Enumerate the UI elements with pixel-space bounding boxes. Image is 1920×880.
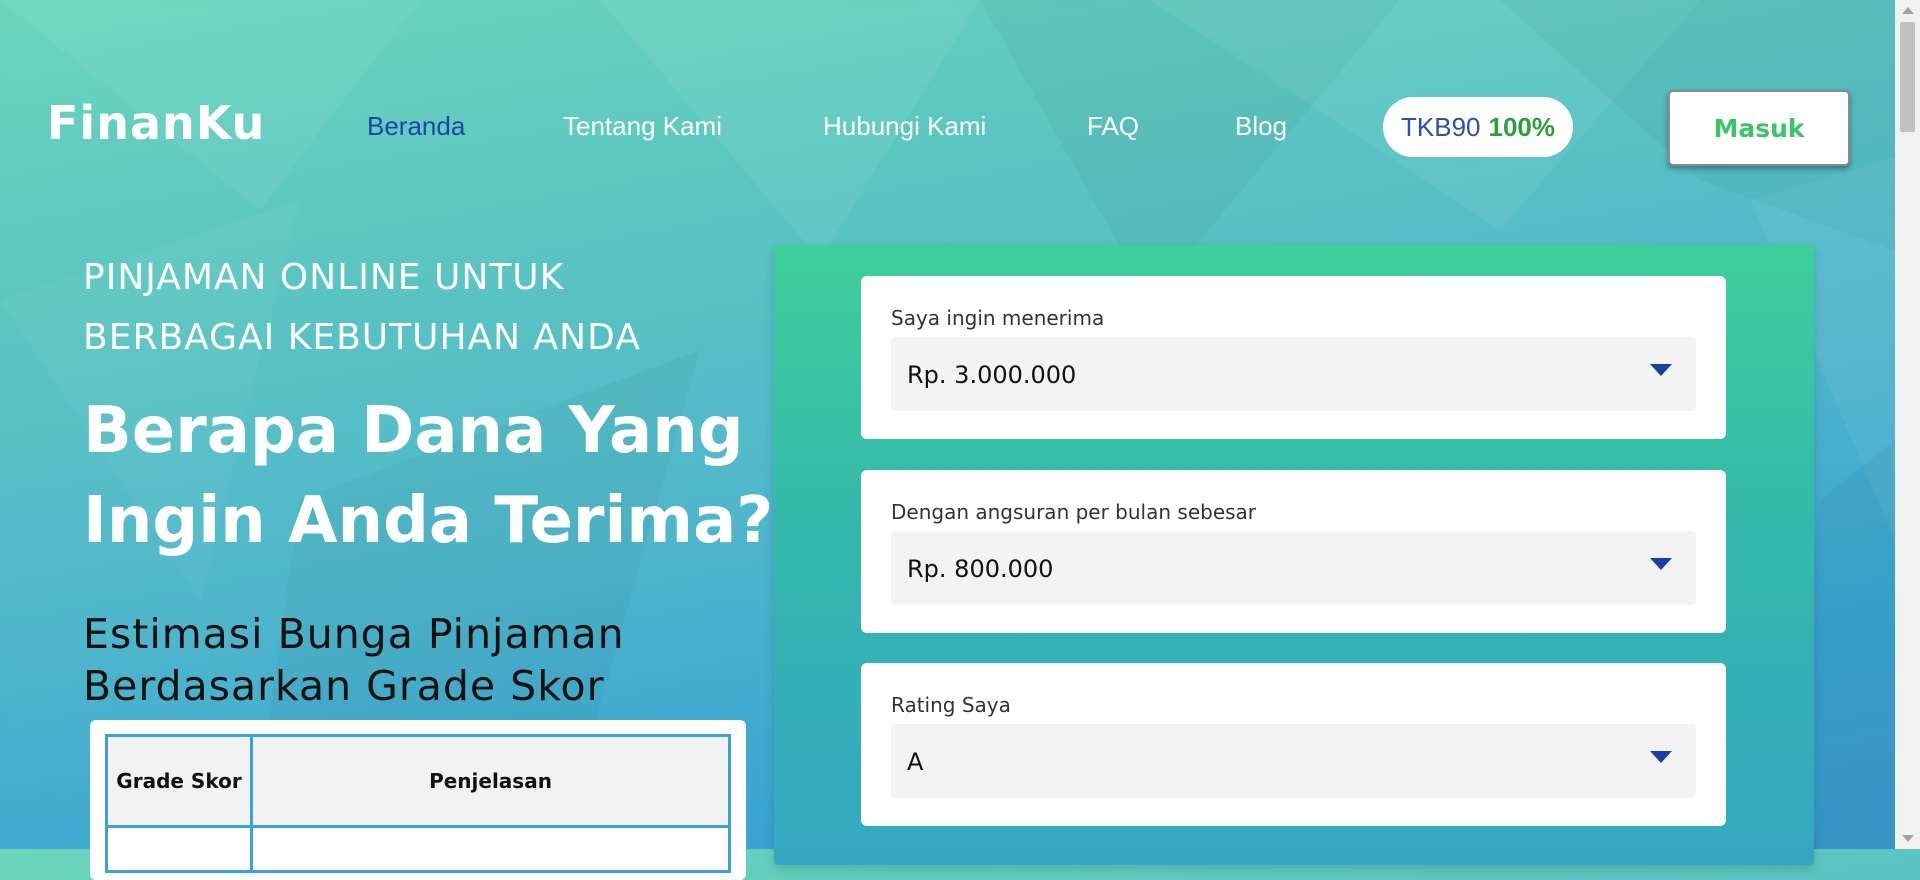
amount-label: Saya ingin menerima: [891, 306, 1105, 330]
installment-value: Rp. 800.000: [907, 555, 1054, 583]
grade-section-title: Estimasi Bunga Pinjaman Berdasarkan Grad…: [83, 610, 625, 710]
rating-card: Rating Saya A: [861, 663, 1726, 826]
table-cell: [105, 825, 253, 873]
tkb90-value: 100%: [1488, 111, 1556, 142]
nav-hubungi-kami[interactable]: Hubungi Kami: [823, 111, 986, 142]
scrollbar-thumb[interactable]: [1900, 22, 1915, 132]
hero-headline: Berapa Dana Yang Ingin Anda Terima?: [83, 394, 774, 558]
hero-kicker: PINJAMAN ONLINE UNTUK BERBAGAI KEBUTUHAN…: [83, 257, 641, 358]
rating-value: A: [907, 748, 924, 776]
grade-table: Grade Skor Penjelasan: [105, 734, 731, 873]
vertical-scrollbar[interactable]: [1895, 0, 1920, 849]
amount-card: Saya ingin menerima Rp. 3.000.000: [861, 276, 1726, 439]
amount-select[interactable]: Rp. 3.000.000: [891, 337, 1696, 411]
chevron-down-icon[interactable]: [1650, 558, 1672, 570]
table-header-row: Grade Skor Penjelasan: [105, 734, 731, 828]
chevron-down-icon[interactable]: [1650, 364, 1672, 376]
login-button[interactable]: Masuk: [1668, 90, 1850, 166]
column-header-penjelasan: Penjelasan: [250, 734, 731, 828]
tkb90-badge[interactable]: TKB90 100%: [1383, 97, 1573, 157]
nav-tentang-kami[interactable]: Tentang Kami: [563, 111, 722, 142]
scroll-up-arrow-icon[interactable]: [1902, 7, 1914, 14]
installment-label: Dengan angsuran per bulan sebesar: [891, 500, 1257, 524]
installment-select[interactable]: Rp. 800.000: [891, 531, 1696, 605]
finanku-logo[interactable]: FinanKu: [47, 96, 265, 150]
column-header-grade: Grade Skor: [105, 734, 253, 828]
installment-card: Dengan angsuran per bulan sebesar Rp. 80…: [861, 470, 1726, 633]
amount-value: Rp. 3.000.000: [907, 361, 1077, 389]
table-row: [105, 825, 731, 873]
rating-label: Rating Saya: [891, 693, 1011, 717]
tkb90-label: TKB90: [1401, 111, 1481, 142]
nav-blog[interactable]: Blog: [1235, 111, 1287, 142]
nav-faq[interactable]: FAQ: [1087, 111, 1139, 142]
chevron-down-icon[interactable]: [1650, 751, 1672, 763]
rating-select[interactable]: A: [891, 724, 1696, 798]
nav-beranda[interactable]: Beranda: [367, 111, 465, 142]
table-cell: [250, 825, 731, 873]
scroll-down-arrow-icon[interactable]: [1902, 835, 1914, 842]
